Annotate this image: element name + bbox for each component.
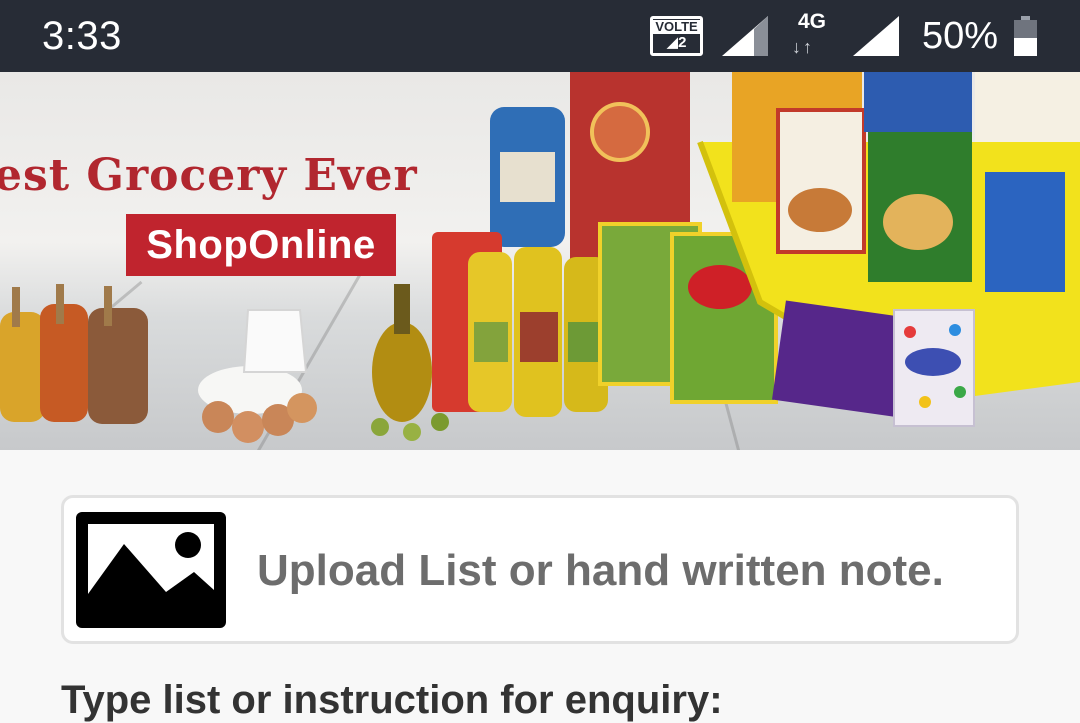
volte-label: VOLTE — [653, 20, 700, 34]
data-activity-icon: ↓↑ — [792, 37, 814, 57]
banner-badge: ShopOnline — [126, 214, 396, 276]
upload-list-label: Upload List or hand written note. — [257, 546, 944, 595]
signal-strength-icon — [722, 16, 768, 56]
battery-icon — [1014, 16, 1037, 56]
promo-banner[interactable]: est Grocery Ever ShopOnline — [0, 72, 1080, 450]
sim-slot-label: ◢2 — [666, 34, 687, 51]
signal-strength-icon-2 — [853, 16, 899, 56]
upload-list-button[interactable]: Upload List or hand written note. — [61, 495, 1019, 644]
image-icon — [76, 512, 226, 628]
battery-percent: 50% — [922, 15, 999, 57]
network-type-label: 4G — [797, 10, 826, 33]
instructions-label: Type list or instruction for enquiry: — [61, 678, 723, 722]
status-bar: 3:33 VOLTE ◢2 4G ↓↑ 50% — [0, 0, 1080, 72]
status-time: 3:33 — [42, 14, 122, 58]
volte-icon: VOLTE ◢2 — [650, 16, 703, 56]
banner-title: est Grocery Ever — [0, 150, 418, 201]
